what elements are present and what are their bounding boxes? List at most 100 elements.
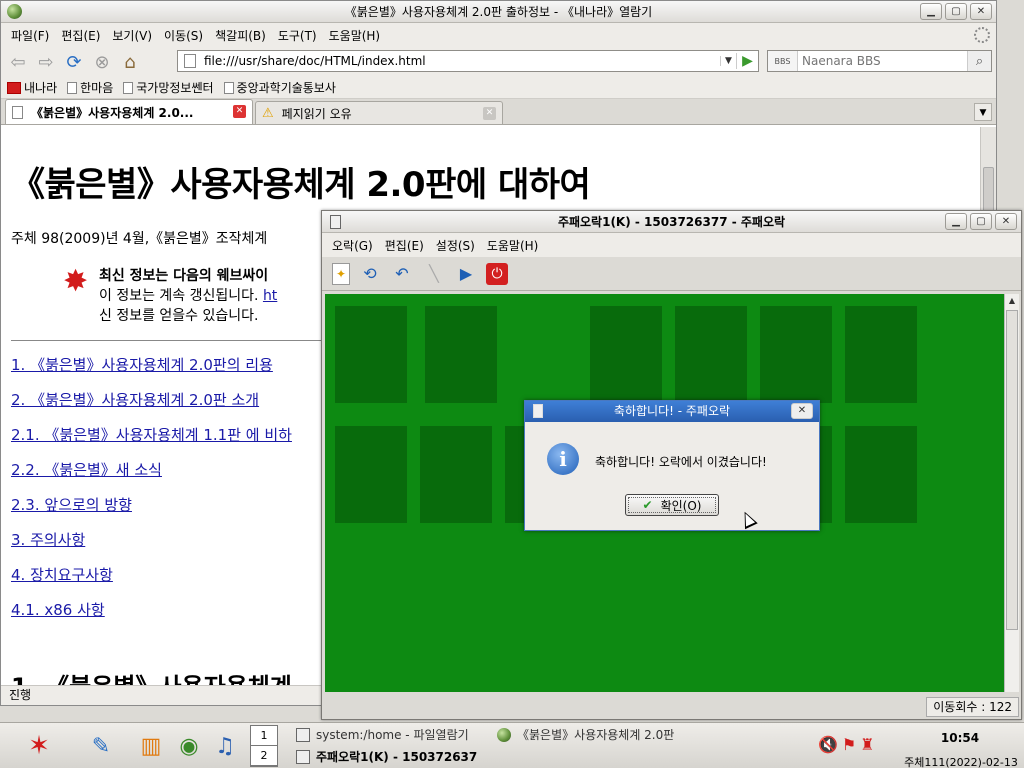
page-icon	[12, 105, 23, 119]
new-game-icon[interactable]: ✦	[332, 262, 350, 285]
media-player-icon[interactable]: ♫	[210, 731, 240, 761]
close-button[interactable]: ✕	[970, 3, 992, 20]
search-box[interactable]: BBS ⌕	[767, 50, 992, 72]
empty-card-slot[interactable]	[335, 306, 407, 403]
menu-view[interactable]: 보기(V)	[106, 27, 158, 44]
naenara-logo-icon	[7, 81, 21, 94]
tab-page-error[interactable]: ⚠ 페지읽기 오유 ✕	[255, 101, 503, 124]
menu-help[interactable]: 도움말(H)	[323, 27, 387, 44]
task-file-manager[interactable]: system:/home - 파일열람기	[296, 725, 496, 745]
empty-card-slot[interactable]	[425, 306, 497, 403]
tab-release-info[interactable]: 《붉은별》사용자용체계 2.0... ✕	[5, 99, 253, 124]
game-toolbar: ✦ ⟲ ↶ ╲ ▶ ⏻	[322, 257, 1021, 291]
menu-edit[interactable]: 편집(E)	[379, 237, 430, 254]
scrollbar-thumb[interactable]	[1006, 310, 1018, 630]
search-engine-icon[interactable]: BBS	[768, 51, 798, 71]
tab-close-icon[interactable]: ✕	[483, 107, 496, 120]
menu-go[interactable]: 이동(S)	[158, 27, 209, 44]
menu-file[interactable]: 파일(F)	[5, 27, 55, 44]
play-icon[interactable]: ▶	[454, 262, 478, 286]
card-game-icon	[296, 750, 310, 764]
bookmark-hanmaum[interactable]: 한마음	[67, 79, 113, 96]
game-title: 주패오락1(K) - 1503726377 - 주패오락	[557, 215, 786, 229]
menu-bookmarks[interactable]: 책갈피(B)	[209, 27, 272, 44]
menu-tools[interactable]: 도구(T)	[272, 27, 323, 44]
page-icon	[184, 54, 196, 68]
tab-close-icon[interactable]: ✕	[233, 105, 246, 118]
dialog-message: 축하합니다! 오락에서 이겼습니다!	[595, 455, 767, 469]
dialog-close-icon[interactable]: ✕	[791, 403, 813, 419]
close-button[interactable]: ✕	[995, 213, 1017, 230]
navigation-toolbar: ⇦ ⇨ ⟳ ⊗ ⌂ file:///usr/share/doc/HTML/ind…	[1, 47, 996, 77]
game-menubar: 오락(G) 편집(E) 설정(S) 도움말(H)	[322, 233, 1021, 257]
desktop-1[interactable]: 1	[251, 726, 277, 746]
tab-list-dropdown[interactable]: ▼	[974, 103, 992, 121]
undo-icon[interactable]: ↶	[390, 262, 414, 286]
flag-icon[interactable]: ⚑	[842, 735, 856, 754]
url-text[interactable]: file:///usr/share/doc/HTML/index.html	[204, 54, 720, 68]
empty-card-slot[interactable]	[675, 306, 747, 403]
menu-game[interactable]: 오락(G)	[326, 237, 379, 254]
maximize-button[interactable]: ▢	[945, 3, 967, 20]
bookmark-naenara[interactable]: 내나라	[7, 79, 57, 96]
forward-icon[interactable]: ⇨	[33, 50, 59, 74]
bookmark-page-icon	[67, 81, 78, 94]
empty-card-slot[interactable]	[845, 306, 917, 403]
ok-button[interactable]: ✔ 확인(O)	[625, 494, 719, 516]
restart-icon[interactable]: ⟲	[358, 262, 382, 286]
game-titlebar[interactable]: 주패오락1(K) - 1503726377 - 주패오락 ▁ ▢ ✕	[322, 211, 1021, 233]
home-icon[interactable]: ⌂	[117, 50, 143, 74]
maximize-button[interactable]: ▢	[970, 213, 992, 230]
menu-help[interactable]: 도움말(H)	[481, 237, 545, 254]
stop-load-icon[interactable]: ⊗	[89, 50, 115, 74]
bookmark-national-net[interactable]: 국가망정보쎈터	[123, 79, 214, 96]
file-manager-icon[interactable]: ▥	[136, 731, 166, 761]
game-scrollbar[interactable]: ▲	[1004, 294, 1019, 692]
taskbar: ✶ ✎ ▥ ◉ ♫ 1 2 system:/home - 파일열람기 《붉은별》…	[0, 722, 1024, 768]
browser-titlebar[interactable]: 《붉은별》사용자용체계 2.0판 출하정보 - 《내나라》열람기 ▁ ▢ ✕	[1, 1, 996, 23]
notification-icon[interactable]: ♜	[860, 735, 874, 754]
browser-launcher-icon[interactable]: ◉	[174, 731, 204, 761]
clock[interactable]: 10:54	[900, 731, 1020, 745]
task-browser[interactable]: 《붉은별》사용자용체계 2.0판	[497, 725, 685, 745]
tab-strip: 《붉은별》사용자용체계 2.0... ✕ ⚠ 페지읽기 오유 ✕ ▼	[1, 99, 996, 125]
url-history-dropdown[interactable]: ▼	[720, 56, 736, 66]
bookmark-science-news[interactable]: 중앙과학기술통보사	[223, 79, 336, 96]
go-icon[interactable]: ▶	[736, 53, 758, 69]
minimize-button[interactable]: ▁	[920, 3, 942, 20]
scroll-up-icon[interactable]: ▲	[1005, 294, 1019, 308]
menu-settings[interactable]: 설정(S)	[430, 237, 481, 254]
task-card-game[interactable]: 주패오락1(K) - 150372637	[296, 747, 488, 767]
minimize-button[interactable]: ▁	[945, 213, 967, 230]
volume-muted-icon[interactable]: 🔇	[818, 735, 838, 754]
search-input[interactable]	[798, 54, 967, 68]
moves-counter: 이동회수 : 122	[926, 697, 1019, 717]
dialog-titlebar[interactable]: 축하합니다! - 주패오락 ✕	[525, 401, 819, 422]
back-icon[interactable]: ⇦	[5, 50, 31, 74]
check-icon: ✔	[642, 498, 653, 512]
stop-icon[interactable]: ⏻	[486, 262, 508, 285]
red-star-icon: ✸	[63, 264, 89, 299]
start-menu-star-icon[interactable]: ✶	[10, 731, 68, 761]
empty-card-slot[interactable]	[420, 426, 492, 523]
congratulations-dialog: 축하합니다! - 주패오락 ✕ i 축하합니다! 오락에서 이겼습니다! ✔ 확…	[524, 400, 820, 531]
empty-card-slot[interactable]	[590, 306, 662, 403]
dialog-app-icon	[533, 404, 543, 418]
hint-icon[interactable]: ╲	[422, 262, 446, 286]
text-editor-icon[interactable]: ✎	[86, 731, 116, 761]
browser-menubar: 파일(F) 편집(E) 보기(V) 이동(S) 책갈피(B) 도구(T) 도움말…	[1, 23, 996, 47]
desktop-pager[interactable]: 1 2	[250, 725, 278, 767]
menu-edit[interactable]: 편집(E)	[55, 27, 106, 44]
address-bar[interactable]: file:///usr/share/doc/HTML/index.html ▼ …	[177, 50, 759, 72]
browser-title: 《붉은별》사용자용체계 2.0판 출하정보 - 《내나라》열람기	[344, 5, 653, 19]
desktop-2[interactable]: 2	[251, 746, 277, 766]
reload-icon[interactable]: ⟳	[61, 50, 87, 74]
search-icon[interactable]: ⌕	[967, 51, 991, 71]
browser-app-icon	[7, 4, 22, 19]
file-manager-icon	[296, 728, 310, 742]
empty-card-slot[interactable]	[335, 426, 407, 523]
empty-card-slot[interactable]	[845, 426, 917, 523]
empty-card-slot[interactable]	[760, 306, 832, 403]
game-app-icon	[330, 215, 341, 229]
notice-link[interactable]: ht	[263, 288, 277, 304]
